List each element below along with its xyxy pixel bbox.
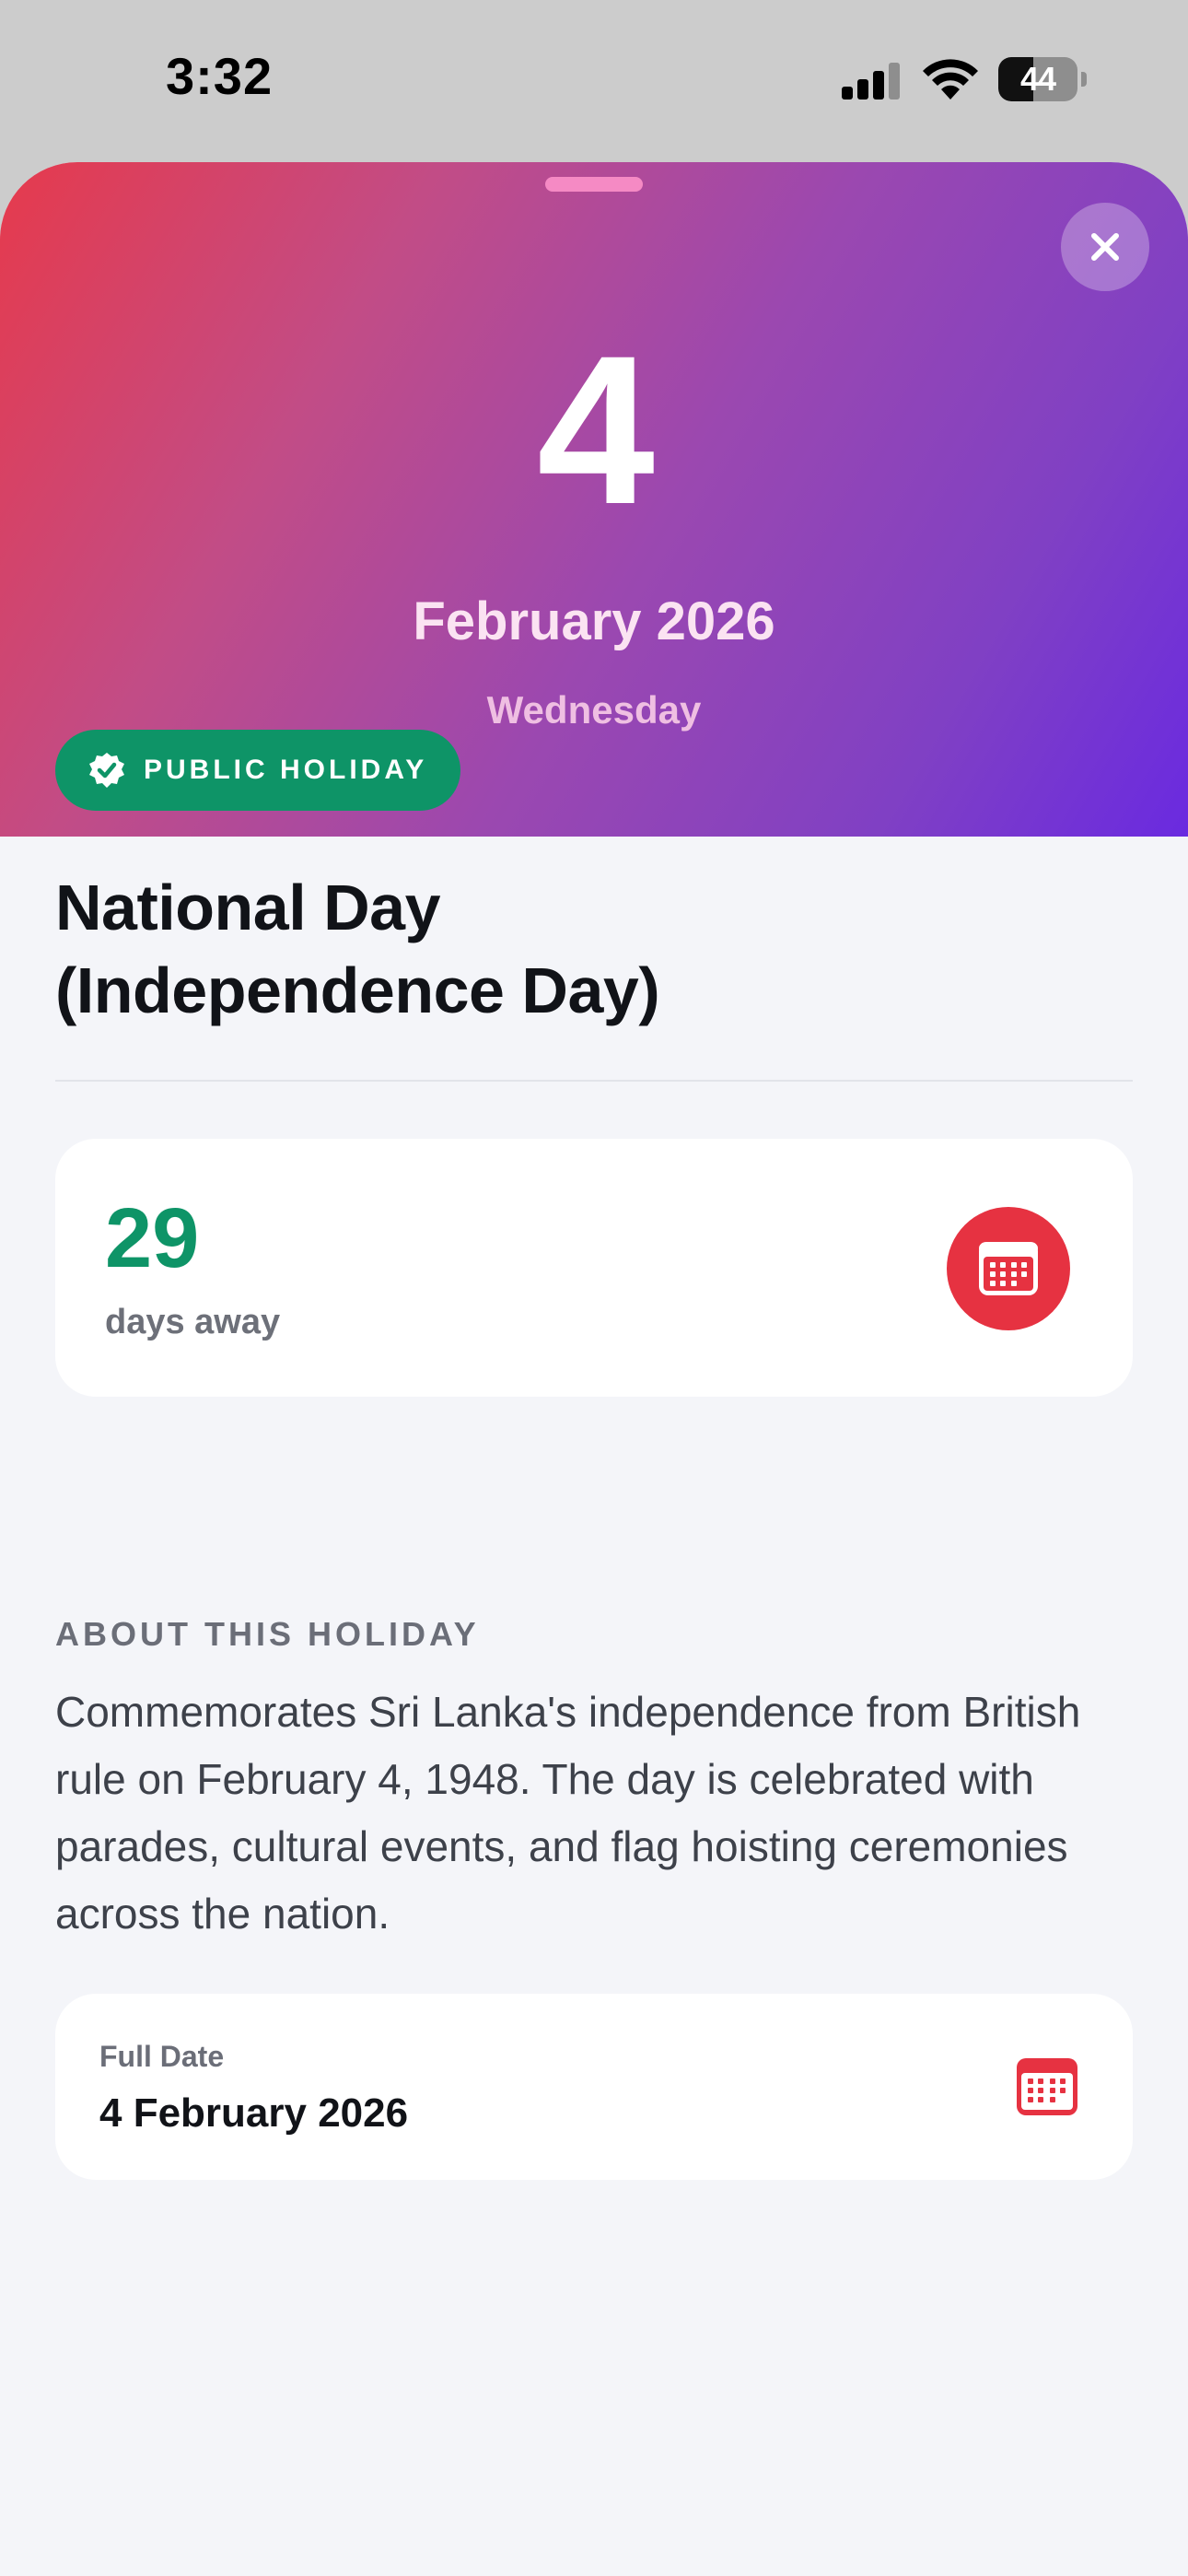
divider xyxy=(55,1080,1133,1082)
countdown-card: 29 days away xyxy=(55,1139,1133,1397)
calendar-icon xyxy=(979,1242,1038,1295)
holiday-title: National Day (Independence Day) xyxy=(55,866,1133,1032)
calendar-icon[interactable] xyxy=(1017,2058,1077,2115)
public-holiday-badge: PUBLIC HOLIDAY xyxy=(55,730,460,811)
holiday-title-line-1: National Day xyxy=(55,872,441,943)
hero-day-number: 4 xyxy=(537,311,655,548)
full-date-card: Full Date 4 February 2026 xyxy=(55,1994,1133,2180)
verified-badge-icon xyxy=(89,753,124,788)
holiday-detail-sheet: 4 February 2026 Wednesday PUBLIC HOLIDAY… xyxy=(0,162,1188,2576)
badge-label: PUBLIC HOLIDAY xyxy=(144,755,428,785)
full-date-value: 4 February 2026 xyxy=(99,2090,409,2136)
close-button[interactable] xyxy=(1061,203,1149,291)
hero-month-year: February 2026 xyxy=(413,591,775,651)
about-heading: ABOUT THIS HOLIDAY xyxy=(55,1615,480,1653)
countdown-number: 29 xyxy=(105,1191,200,1285)
sheet-grabber[interactable] xyxy=(545,177,643,192)
full-date-label: Full Date xyxy=(99,2040,225,2073)
status-bar: 3:32 44 xyxy=(0,0,1188,162)
signal-icon xyxy=(842,63,900,100)
countdown-label: days away xyxy=(105,1303,281,1341)
hero-weekday: Wednesday xyxy=(486,688,702,732)
add-to-calendar-button[interactable] xyxy=(947,1207,1070,1330)
battery-icon: 44 xyxy=(998,57,1087,101)
status-time: 3:32 xyxy=(166,47,274,105)
wifi-icon xyxy=(923,59,978,100)
holiday-title-line-2: (Independence Day) xyxy=(55,954,660,1026)
holiday-description: Commemorates Sri Lanka's independence fr… xyxy=(55,1688,1081,1938)
battery-level: 44 xyxy=(1019,60,1056,98)
close-icon xyxy=(1091,233,1119,261)
